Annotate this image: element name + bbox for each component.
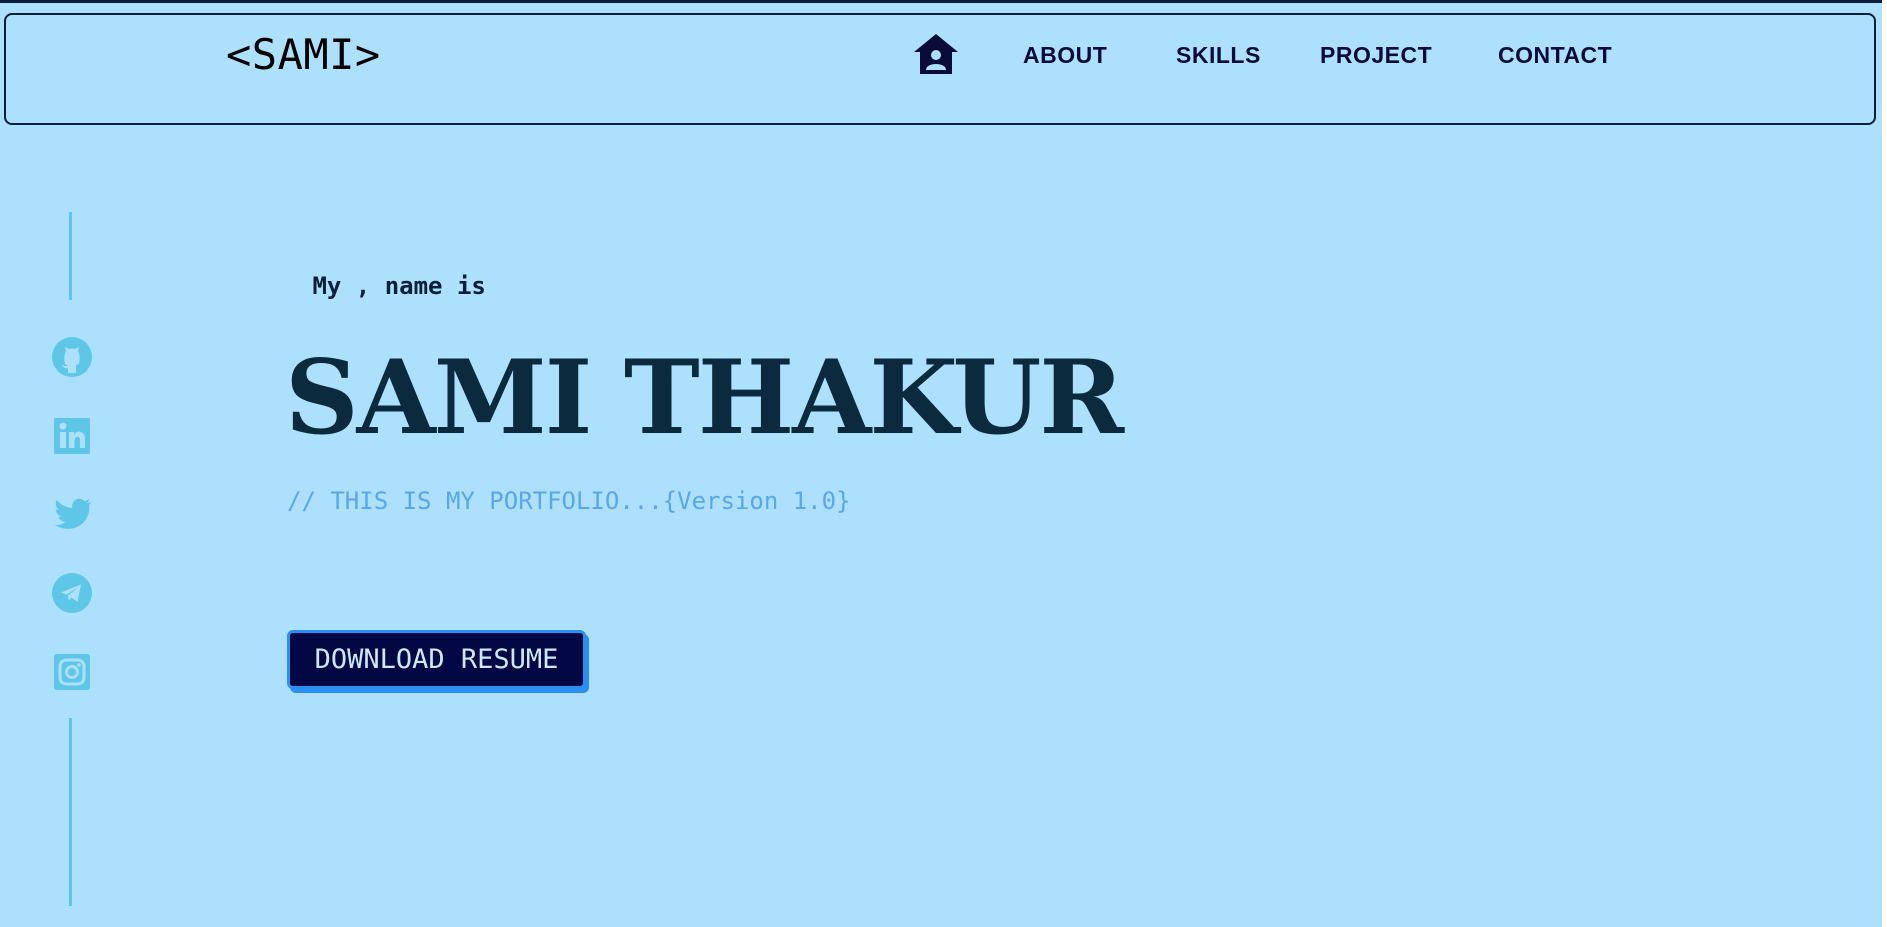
instagram-link[interactable] xyxy=(52,652,92,692)
nav-about[interactable]: ABOUT xyxy=(1023,42,1107,69)
nav-skills[interactable]: SKILLS xyxy=(1176,42,1261,69)
site-logo[interactable]: <SAMI> xyxy=(226,30,381,79)
hero-tagline: // THIS IS MY PORTFOLIO...{Version 1.0} xyxy=(287,487,851,515)
scrollbar-track[interactable] xyxy=(1882,0,1887,927)
nav-contact[interactable]: CONTACT xyxy=(1498,42,1612,69)
download-resume-button[interactable]: DOWNLOAD RESUME xyxy=(287,630,586,689)
twitter-icon xyxy=(54,498,92,529)
github-link[interactable] xyxy=(52,337,92,377)
telegram-link[interactable] xyxy=(52,573,92,613)
nav-project[interactable]: PROJECT xyxy=(1320,42,1432,69)
top-border xyxy=(0,0,1887,3)
linkedin-icon xyxy=(54,418,90,454)
intro-text: My , name is xyxy=(298,272,486,300)
telegram-icon xyxy=(52,573,92,613)
github-icon xyxy=(52,337,92,377)
home-nav-button[interactable] xyxy=(912,32,960,76)
twitter-link[interactable] xyxy=(52,495,92,535)
home-user-icon xyxy=(914,34,958,74)
hero-name: SAMI THAKUR xyxy=(285,338,1124,458)
linkedin-link[interactable] xyxy=(52,416,92,456)
instagram-icon xyxy=(54,654,90,690)
social-divider-top xyxy=(69,212,72,300)
social-divider-bottom xyxy=(69,718,72,906)
